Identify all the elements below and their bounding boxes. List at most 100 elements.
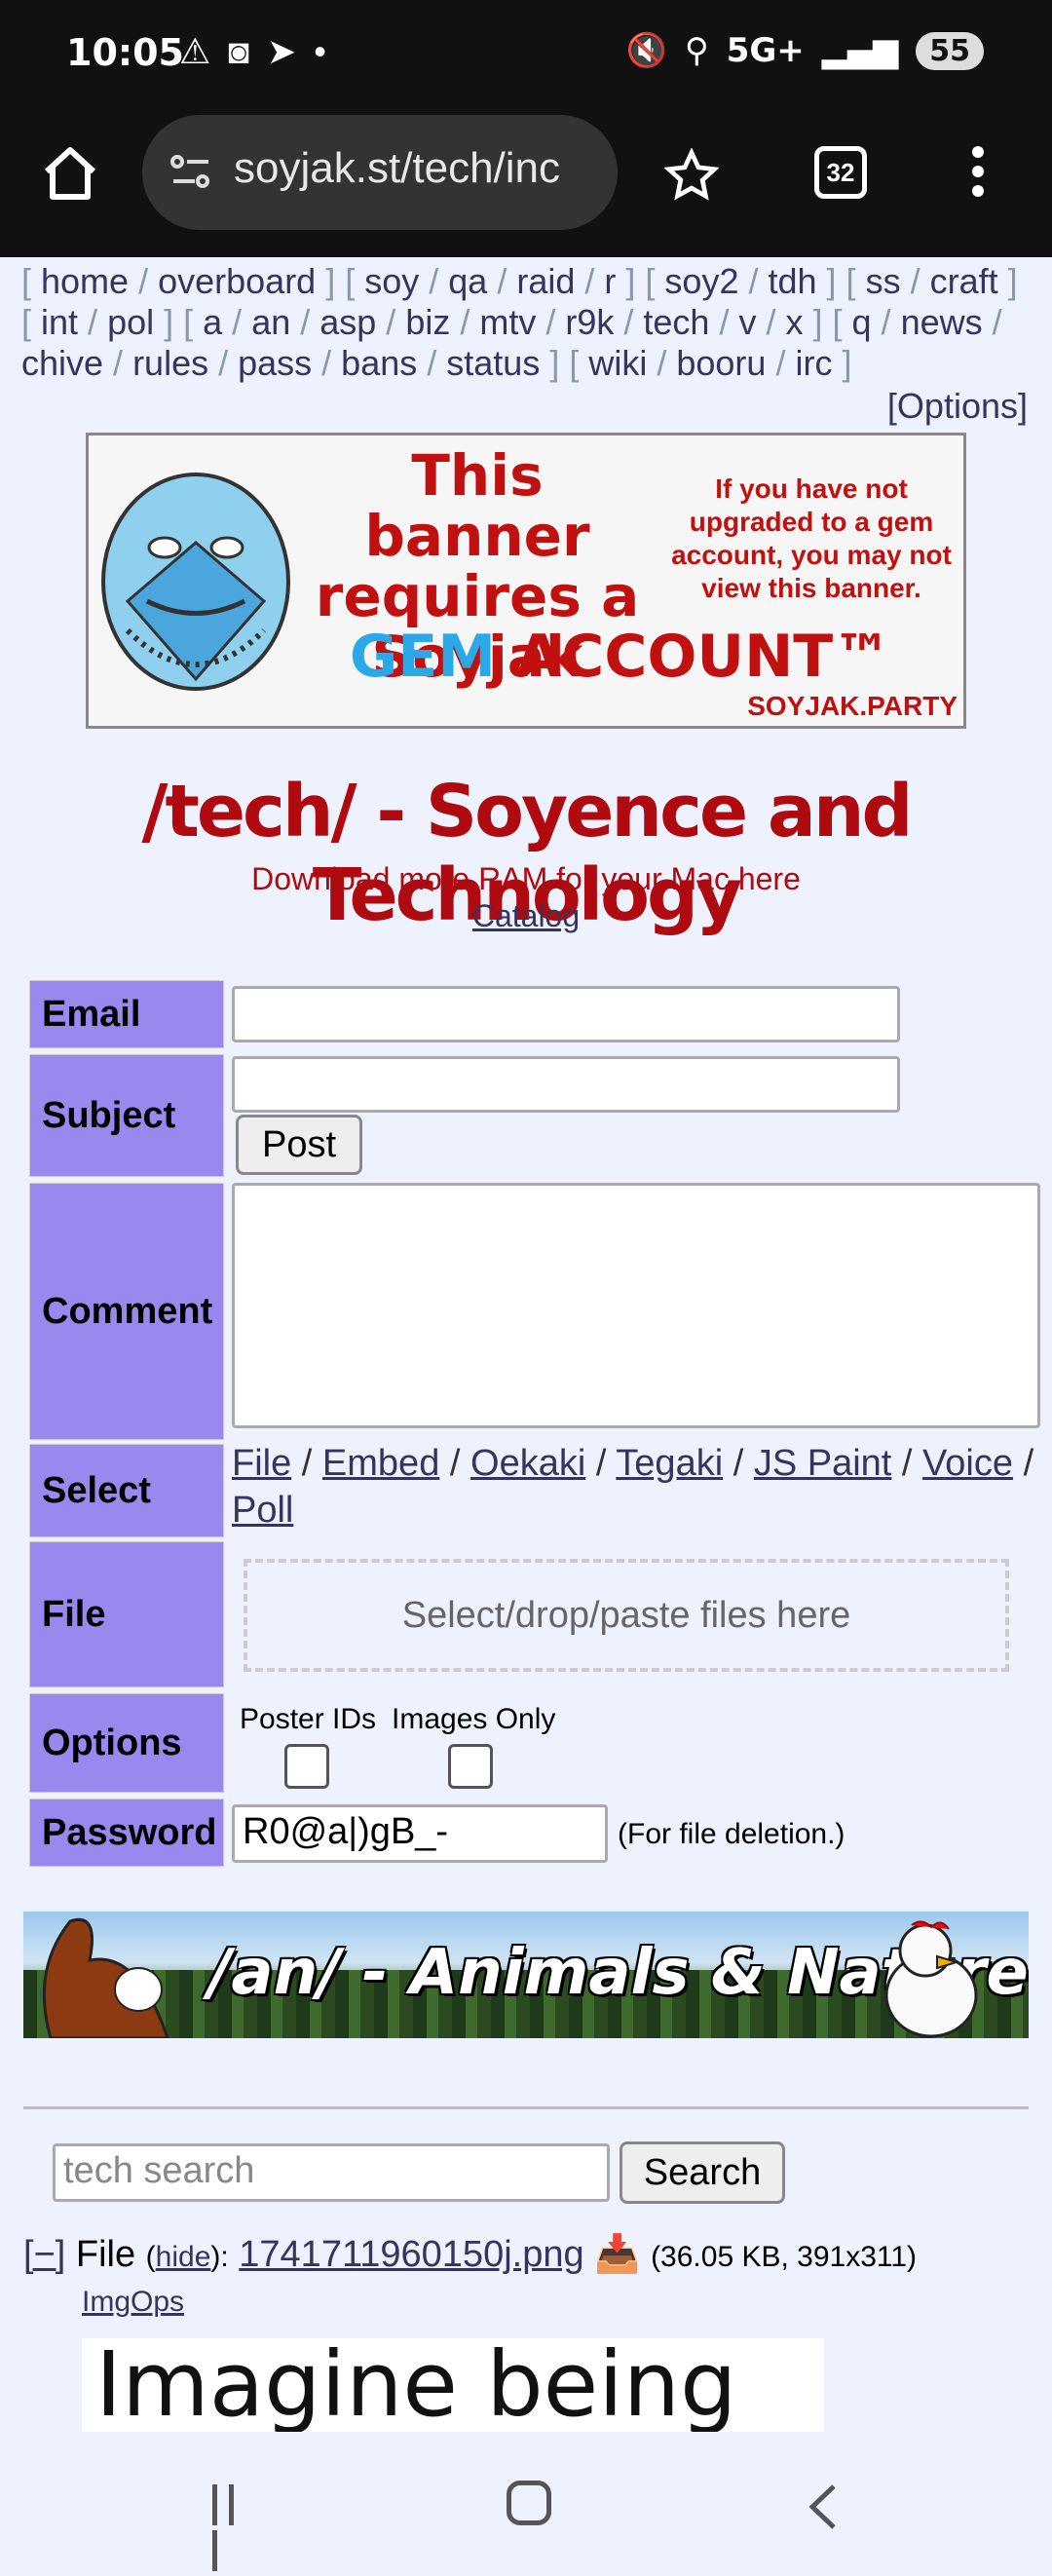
board-link-r[interactable]: r	[604, 261, 616, 301]
board-link-raid[interactable]: raid	[516, 261, 575, 301]
collapse-toggle[interactable]: [−]	[23, 2234, 65, 2275]
file-link[interactable]: 1741711960150j.png	[239, 2234, 583, 2275]
notification-icons: ⚠ ◙ ➤ •	[179, 31, 326, 72]
email-field[interactable]	[232, 986, 900, 1042]
board-link-news[interactable]: news	[901, 302, 983, 342]
separator: /	[614, 302, 644, 342]
board-link-booru[interactable]: booru	[676, 343, 766, 383]
search-button[interactable]: Search	[620, 2141, 785, 2204]
board-link-int[interactable]: int	[41, 302, 78, 342]
board-link-wiki[interactable]: wiki	[588, 343, 647, 383]
board-link-biz[interactable]: biz	[405, 302, 450, 342]
more-menu-icon[interactable]	[968, 146, 988, 205]
board-link-soy2[interactable]: soy2	[664, 261, 738, 301]
board-link-qa[interactable]: qa	[448, 261, 487, 301]
board-link-pass[interactable]: pass	[238, 343, 312, 383]
hide-link[interactable]: hide	[156, 2241, 211, 2273]
board-link-home[interactable]: home	[41, 261, 129, 301]
password-field[interactable]: R0@a|)gB_-	[232, 1804, 608, 1863]
board-link-chive[interactable]: chive	[21, 343, 103, 383]
board-link-soy[interactable]: soy	[364, 261, 419, 301]
banner-account-word: ACCOUNT™	[515, 623, 892, 691]
separator: /	[756, 302, 786, 342]
separator: /	[290, 302, 320, 342]
separator: /	[536, 302, 566, 342]
bracket: [	[21, 261, 42, 301]
address-bar[interactable]: soyjak.st/tech/inc	[142, 115, 618, 230]
select-links: File / Embed / Oekaki / Tegaki / JS Pain…	[232, 1440, 1040, 1534]
board-link-a[interactable]: a	[203, 302, 222, 342]
divider	[23, 2106, 1029, 2109]
board-link-r9k[interactable]: r9k	[565, 302, 614, 342]
select-embed-link[interactable]: Embed	[322, 1443, 439, 1484]
poster-ids-checkbox[interactable]	[284, 1744, 329, 1789]
soyjak-face-icon	[101, 473, 290, 691]
back-icon[interactable]	[805, 2482, 844, 2531]
select-poll-link[interactable]: Poll	[232, 1490, 293, 1531]
file-label: File	[29, 1541, 224, 1687]
board-link-status[interactable]: status	[446, 343, 540, 383]
squirrel-icon	[42, 1918, 169, 2038]
thumbnail-text: Imagine being	[95, 2338, 737, 2432]
separator: /	[766, 343, 796, 383]
board-link-pol[interactable]: pol	[107, 302, 154, 342]
post-thumbnail[interactable]: Imagine being	[82, 2338, 824, 2432]
post-file-header: [−] File (hide): 1741711960150j.png 📥 (3…	[23, 2234, 918, 2275]
board-link-craft[interactable]: craft	[930, 261, 998, 301]
file-dropzone[interactable]: Select/drop/paste files here	[244, 1559, 1009, 1672]
site-settings-icon[interactable]	[169, 152, 212, 191]
board-nav: [ home / overboard ] [ soy / qa / raid /…	[21, 261, 1034, 384]
board-link-tdh[interactable]: tdh	[768, 261, 816, 301]
subject-field[interactable]	[232, 1056, 900, 1113]
select-js-paint-link[interactable]: JS Paint	[754, 1443, 892, 1484]
board-link-x[interactable]: x	[785, 302, 803, 342]
subject-label: Subject	[29, 1054, 224, 1177]
bookmark-star-icon[interactable]	[664, 148, 719, 203]
images-only-checkbox[interactable]	[448, 1744, 493, 1789]
board-link-v[interactable]: v	[738, 302, 756, 342]
board-link-irc[interactable]: irc	[795, 343, 832, 383]
select-voice-link[interactable]: Voice	[922, 1443, 1013, 1484]
board-link-mtv[interactable]: mtv	[479, 302, 536, 342]
board-link-rules[interactable]: rules	[132, 343, 208, 383]
catalog-link[interactable]: Catalog	[0, 898, 1052, 934]
imgops-link[interactable]: ImgOps	[82, 2286, 184, 2319]
tab-switcher-button[interactable]: 32	[814, 146, 867, 199]
board-link-overboard[interactable]: overboard	[158, 261, 316, 301]
separator: /	[103, 343, 133, 383]
download-icon[interactable]: 📥	[594, 2234, 640, 2275]
chicken-icon	[884, 1920, 978, 2038]
search-input[interactable]: tech search	[53, 2143, 610, 2202]
bracket: [	[645, 261, 665, 301]
separator: /	[78, 302, 108, 342]
home-icon[interactable]	[39, 142, 101, 205]
post-button[interactable]: Post	[236, 1115, 362, 1175]
separator: /	[439, 1443, 471, 1484]
recent-apps-icon[interactable]	[212, 2484, 257, 2571]
board-link-bans[interactable]: bans	[341, 343, 417, 383]
warning-icon: ⚠	[179, 31, 211, 71]
separator: /	[129, 261, 159, 301]
bracket: ]	[997, 261, 1018, 301]
bracket: [	[183, 302, 204, 342]
board-link-asp[interactable]: asp	[319, 302, 376, 342]
separator: /	[891, 1443, 923, 1484]
options-link[interactable]: [Options]	[887, 386, 1028, 427]
an-board-banner[interactable]: /an/ - Animals & Nature	[23, 1912, 1029, 2038]
select-oekaki-link[interactable]: Oekaki	[470, 1443, 585, 1484]
network-label: 5G+	[726, 31, 805, 70]
board-link-q[interactable]: q	[852, 302, 872, 342]
separator: /	[575, 261, 605, 301]
separator: /	[647, 343, 677, 383]
options-label: Options	[29, 1693, 224, 1793]
select-tegaki-link[interactable]: Tegaki	[616, 1443, 723, 1484]
board-link-ss[interactable]: ss	[866, 261, 901, 301]
bracket: ]	[616, 261, 646, 301]
comment-textarea[interactable]	[232, 1183, 1040, 1428]
board-link-tech[interactable]: tech	[643, 302, 709, 342]
home-button-icon[interactable]	[507, 2481, 551, 2525]
board-link-an[interactable]: an	[251, 302, 290, 342]
select-file-link[interactable]: File	[232, 1443, 291, 1484]
gem-banner[interactable]: This banner requires a Soyjak GEM ACCOUN…	[86, 433, 966, 729]
bracket: ]	[816, 261, 846, 301]
